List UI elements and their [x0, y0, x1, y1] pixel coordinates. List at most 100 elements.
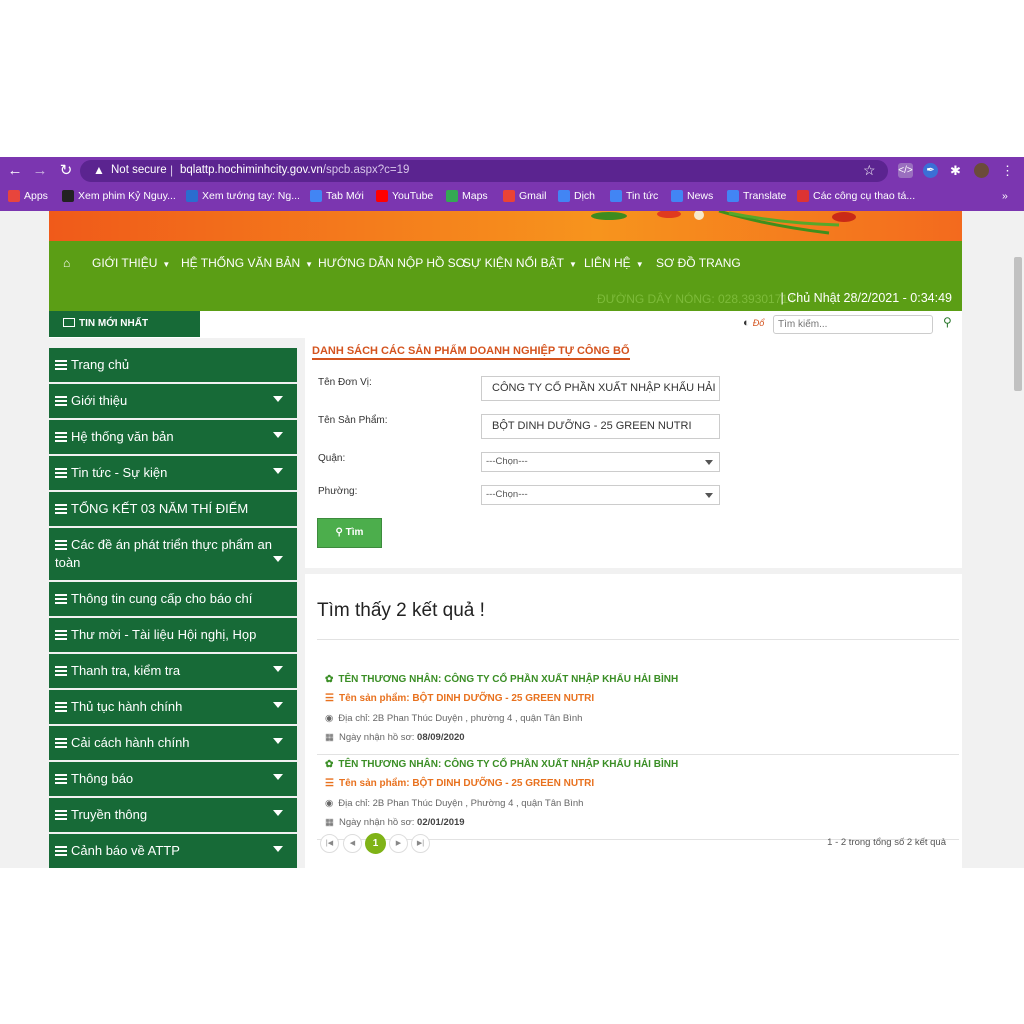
- sidebar-item[interactable]: Cảnh báo về ATTP: [49, 834, 297, 868]
- news-icon: [610, 190, 622, 202]
- bookmark-item[interactable]: News: [671, 190, 713, 202]
- bookmark-item[interactable]: YouTube: [376, 190, 433, 202]
- home-icon[interactable]: ⌂: [63, 256, 70, 270]
- sidebar-item[interactable]: Truyền thông: [49, 798, 297, 834]
- extensions-puzzle-icon[interactable]: ✱: [948, 163, 963, 178]
- sidebar-item-label: Thông báo: [71, 771, 134, 786]
- main-content: DANH SÁCH CÁC SẢN PHẨM DOANH NGHIỆP TỰ C…: [305, 338, 962, 868]
- result-merchant[interactable]: ✿ TÊN THƯƠNG NHÂN: CÔNG TY CỔ PHẦN XUẤT N…: [325, 674, 678, 685]
- nav-item[interactable]: GIỚI THIỆU ▼: [92, 256, 170, 270]
- sidebar-item[interactable]: TỔNG KẾT 03 NĂM THÍ ĐIỂM: [49, 492, 297, 528]
- sidebar-item-label: Trang chủ: [71, 357, 130, 372]
- district-select[interactable]: ---Chọn---: [481, 452, 720, 472]
- sidebar-item[interactable]: Thủ tục hành chính: [49, 690, 297, 726]
- district-label: Quận:: [318, 453, 346, 464]
- nav-item-label: SỰ KIỆN NỔI BẬT: [463, 256, 564, 270]
- sidebar-item[interactable]: Thư mời - Tài liệu Hội nghị, Họp: [49, 618, 297, 654]
- nav-item[interactable]: HỆ THỐNG VĂN BẢN ▼: [181, 256, 313, 270]
- sidebar-item[interactable]: Tin tức - Sự kiện: [49, 456, 297, 492]
- datetime-value: Chủ Nhật 28/2/2021 - 0:34:49: [787, 291, 952, 305]
- chrome-icon: [310, 190, 322, 202]
- sidebar-item[interactable]: Hệ thống văn bản: [49, 420, 297, 456]
- section-divider: [305, 568, 962, 574]
- bookmark-item[interactable]: Gmail: [503, 190, 546, 202]
- result-date: ▦ Ngày nhận hồ sơ: 02/01/2019: [325, 817, 465, 828]
- vegetables-banner-image: [591, 211, 856, 235]
- bookmark-item[interactable]: Tab Mới: [310, 190, 364, 202]
- page-scrollbar[interactable]: [1012, 211, 1024, 868]
- latest-news-badge[interactable]: TIN MỚI NHẤT: [49, 311, 200, 337]
- unit-name-input[interactable]: CÔNG TY CỔ PHẦN XUẤT NHẬP KHẨU HẢI B: [481, 376, 720, 401]
- bookmark-label: News: [687, 190, 714, 202]
- forward-arrow-icon[interactable]: →: [30, 161, 50, 181]
- nav-item[interactable]: LIÊN HỆ ▼: [584, 256, 644, 270]
- bookmark-item[interactable]: Dịch: [558, 190, 595, 202]
- url-text[interactable]: bqlattp.hochiminhcity.gov.vn/spcb.aspx?c…: [180, 164, 409, 176]
- result-address-text: Địa chỉ: 2B Phan Thúc Duyện , phường 4 ,…: [338, 713, 583, 724]
- result-product[interactable]: ☰ Tên sản phẩm: BỘT DINH DƯỠNG - 25 GREEN…: [325, 778, 594, 789]
- nav-item[interactable]: SỰ KIỆN NỔI BẬT ▼: [463, 256, 577, 270]
- bookmark-item[interactable]: Maps: [446, 190, 488, 202]
- prev-page-icon[interactable]: ◀: [343, 834, 362, 853]
- address-bar[interactable]: ▲ Not secure | bqlattp.hochiminhcity.gov…: [80, 160, 888, 182]
- first-page-icon[interactable]: |◀: [320, 834, 339, 853]
- sidebar-item[interactable]: Giới thiệu: [49, 384, 297, 420]
- more-bookmarks-icon[interactable]: »: [1002, 190, 1008, 202]
- next-page-icon[interactable]: ▶: [389, 834, 408, 853]
- back-arrow-icon[interactable]: ←: [5, 161, 25, 181]
- nav-item[interactable]: HƯỚNG DẪN NỘP HỒ SƠ: [318, 256, 466, 270]
- search-icon[interactable]: ⚲: [943, 315, 952, 329]
- bookmark-label: Tab Mới: [326, 190, 364, 202]
- apps-grid-icon: [8, 190, 20, 202]
- page-button-current[interactable]: 1: [365, 833, 386, 854]
- section-title: DANH SÁCH CÁC SẢN PHẨM DOANH NGHIỆP TỰ C…: [312, 345, 630, 360]
- extension-code-icon[interactable]: </>: [898, 163, 913, 178]
- result-product[interactable]: ☰ Tên sản phẩm: BỘT DINH DƯỠNG - 25 GREEN…: [325, 693, 594, 704]
- bookmark-label: Gmail: [519, 190, 547, 202]
- sidebar-item[interactable]: Các đề án phát triển thực phẩm an toàn: [49, 528, 297, 582]
- bookmark-item[interactable]: Translate: [727, 190, 786, 202]
- result-product-text: Tên sản phẩm: BỘT DINH DƯỠNG - 25 GREEN …: [338, 693, 595, 704]
- reload-icon[interactable]: ↻: [56, 161, 76, 181]
- sidebar-item[interactable]: Thông báo: [49, 762, 297, 798]
- leaf-icon: ✿: [325, 674, 334, 685]
- list-icon: [55, 810, 67, 820]
- sidebar-item[interactable]: Thông tin cung cấp cho báo chí: [49, 582, 297, 618]
- translate-icon: [727, 190, 739, 202]
- page-viewport: ⌂ ĐƯỜNG DÂY NÓNG: 028.39301714 | Chủ Nhậ…: [0, 211, 1024, 868]
- result-date-label: Ngày nhận hồ sơ:: [338, 732, 415, 743]
- site-search-input[interactable]: [773, 315, 933, 334]
- security-label[interactable]: Not secure: [111, 164, 167, 176]
- scrollbar-thumb[interactable]: [1014, 257, 1022, 391]
- browser-chrome: ← → ↻ ▲ Not secure | bqlattp.hochiminhci…: [0, 157, 1024, 211]
- ward-label: Phường:: [318, 486, 358, 497]
- contrast-toggle[interactable]: ◐ Đổ: [743, 317, 764, 329]
- list-icon: [55, 774, 67, 784]
- bookmark-star-icon[interactable]: ☆: [863, 162, 876, 179]
- list-icon: [55, 666, 67, 676]
- menu-kebab-icon[interactable]: ⋮: [1000, 163, 1015, 178]
- profile-avatar-icon[interactable]: [974, 163, 989, 178]
- bookmark-item[interactable]: Xem phim Kỷ Nguy...: [62, 190, 176, 202]
- find-button[interactable]: ⚲ Tìm: [317, 518, 382, 548]
- sidebar-item[interactable]: Thanh tra, kiểm tra: [49, 654, 297, 690]
- bookmark-label: Xem phim Kỷ Nguy...: [78, 190, 176, 202]
- extension-pen-icon[interactable]: ✒: [923, 163, 938, 178]
- result-merchant-text: TÊN THƯƠNG NHÂN: CÔNG TY CỔ PHẦN XUẤT NH…: [338, 674, 679, 685]
- ward-select[interactable]: ---Chọn---: [481, 485, 720, 505]
- product-name-input[interactable]: BỘT DINH DƯỠNG - 25 GREEN NUTRI: [481, 414, 720, 439]
- datetime-display: | Chủ Nhật 28/2/2021 - 0:34:49: [781, 291, 952, 305]
- sidebar-item[interactable]: Cải cách hành chính: [49, 726, 297, 762]
- sidebar-item[interactable]: Trang chủ: [49, 348, 297, 384]
- bookmark-item[interactable]: Tin tức: [610, 190, 658, 202]
- last-page-icon[interactable]: ▶|: [411, 834, 430, 853]
- result-merchant[interactable]: ✿ TÊN THƯƠNG NHÂN: CÔNG TY CỔ PHẦN XUẤT N…: [325, 759, 678, 770]
- list-icon: [55, 702, 67, 712]
- bookmark-label: Maps: [462, 190, 488, 202]
- bookmark-item[interactable]: Xem tướng tay: Ng...: [186, 190, 300, 202]
- nav-item[interactable]: SƠ ĐỒ TRANG: [656, 256, 741, 270]
- caret-down-icon: [273, 810, 283, 816]
- bookmark-item[interactable]: Apps: [8, 190, 48, 202]
- bookmark-item[interactable]: Các công cụ thao tá...: [797, 190, 915, 202]
- sidebar-item-label: TỔNG KẾT 03 NĂM THÍ ĐIỂM: [71, 501, 249, 516]
